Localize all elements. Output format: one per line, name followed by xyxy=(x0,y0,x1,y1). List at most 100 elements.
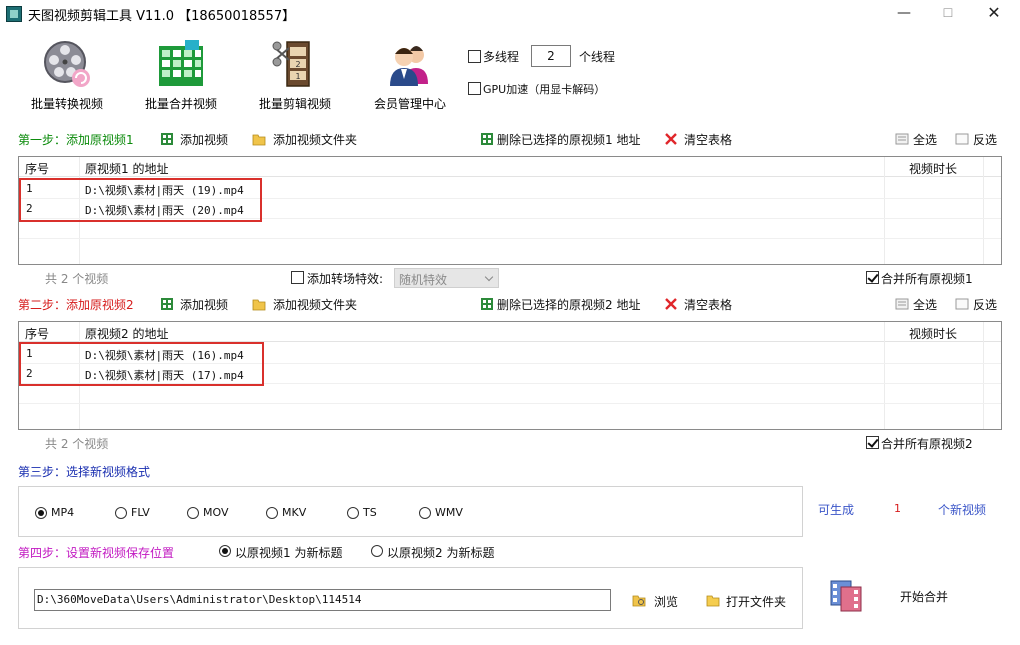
clapper-film-icon: 2 1 xyxy=(272,41,310,87)
merge-all-video1-checkbox[interactable] xyxy=(866,271,879,284)
folder-add-icon xyxy=(252,134,266,146)
step2-delete-selected-button[interactable]: 删除已选择的原视频2 地址 xyxy=(497,296,640,313)
column-header-duration: 视频时长 xyxy=(909,327,958,341)
format-label-mp4: MP4 xyxy=(51,506,75,519)
step2-title: 第二步：添加原视频2 xyxy=(18,298,134,312)
invert-select-icon xyxy=(955,133,969,145)
format-label-wmv: WMV xyxy=(435,506,463,519)
gpu-checkbox[interactable] xyxy=(468,82,481,95)
column-header-path: 原视频1 的地址 xyxy=(85,162,169,176)
svg-text:2: 2 xyxy=(295,60,300,69)
film-add-icon xyxy=(161,298,173,310)
merge-all-video1-label: 合并所有原视频1 xyxy=(881,272,973,286)
step1-add-video-button[interactable]: 添加视频 xyxy=(180,131,228,148)
step2-add-video-button[interactable]: 添加视频 xyxy=(180,296,228,313)
step1-invert-button[interactable]: 反选 xyxy=(973,131,997,148)
step2-add-folder-button[interactable]: 添加视频文件夹 xyxy=(273,296,357,313)
merge-all-video2-checkbox[interactable] xyxy=(866,436,879,449)
multithread-checkbox[interactable] xyxy=(468,50,481,63)
start-merge-label: 开始合并 xyxy=(900,590,949,604)
svg-text:1: 1 xyxy=(295,72,300,81)
maximize-button[interactable]: ☐ xyxy=(928,2,968,24)
batch-convert-label: 批量转换视频 xyxy=(30,97,103,111)
thread-count-input[interactable]: 2 xyxy=(531,45,571,67)
merge-video-icon xyxy=(830,580,862,612)
folder-add-icon xyxy=(252,299,266,311)
format-radio-mp4[interactable] xyxy=(35,507,47,519)
title-option1-label: 以原视频1 为新标题 xyxy=(235,546,343,560)
main-window: 天图视频剪辑工具 V11.0 【18650018557】 — ☐ ✕ 批量转换视… xyxy=(0,0,1020,645)
step4-title: 第四步：设置新视频保存位置 xyxy=(18,546,175,560)
film-reel-icon xyxy=(44,41,90,87)
format-radio-ts[interactable] xyxy=(347,507,359,519)
step2-clear-table-button[interactable]: 清空表格 xyxy=(684,296,732,313)
batch-edit-button[interactable]: 2 1 批量剪辑视频 xyxy=(250,28,340,113)
transition-dropdown-value: 随机特效 xyxy=(399,273,448,287)
batch-edit-label: 批量剪辑视频 xyxy=(258,97,331,111)
open-folder-button[interactable]: 打开文件夹 xyxy=(726,593,786,610)
film-delete-icon xyxy=(481,133,493,145)
batch-convert-button[interactable]: 批量转换视频 xyxy=(22,28,112,113)
transition-dropdown[interactable]: 随机特效 xyxy=(394,268,499,288)
clear-x-icon xyxy=(665,298,677,310)
member-center-button[interactable]: 会员管理中心 xyxy=(364,28,456,113)
chevron-down-icon xyxy=(484,272,494,282)
column-header-duration: 视频时长 xyxy=(909,162,958,176)
thread-suffix-label: 个线程 xyxy=(579,50,616,64)
column-header-index: 序号 xyxy=(25,162,50,176)
invert-select-icon xyxy=(955,298,969,310)
can-generate-label: 可生成 xyxy=(818,503,855,517)
step1-delete-selected-button[interactable]: 删除已选择的原视频1 地址 xyxy=(497,131,640,148)
clear-x-icon xyxy=(665,133,677,145)
step1-title: 第一步：添加原视频1 xyxy=(18,133,134,147)
step2-invert-button[interactable]: 反选 xyxy=(973,296,997,313)
step1-add-folder-button[interactable]: 添加视频文件夹 xyxy=(273,131,357,148)
step2-select-all-button[interactable]: 全选 xyxy=(913,296,937,313)
format-label-ts: TS xyxy=(363,506,377,519)
members-icon xyxy=(390,46,428,86)
multithread-label: 多线程 xyxy=(483,50,520,64)
generate-count: 1 xyxy=(894,502,901,515)
title-option1-radio[interactable] xyxy=(219,545,231,557)
format-radio-mkv[interactable] xyxy=(266,507,278,519)
title-option2-radio[interactable] xyxy=(371,545,383,557)
open-folder-icon xyxy=(706,595,720,607)
column-header-path: 原视频2 的地址 xyxy=(85,327,169,341)
title-bar: 天图视频剪辑工具 V11.0 【18650018557】 — ☐ ✕ xyxy=(0,0,1020,26)
merge-grid-icon xyxy=(159,40,203,86)
step1-select-all-button[interactable]: 全选 xyxy=(913,131,937,148)
new-videos-label: 个新视频 xyxy=(938,503,987,517)
window-title: 天图视频剪辑工具 V11.0 【18650018557】 xyxy=(28,9,296,24)
format-label-mkv: MKV xyxy=(282,506,307,519)
browse-button[interactable]: 浏览 xyxy=(654,593,678,610)
format-label-mov: MOV xyxy=(203,506,229,519)
start-merge-button[interactable]: 开始合并 xyxy=(826,574,966,618)
browse-folder-icon xyxy=(632,595,646,607)
format-radio-wmv[interactable] xyxy=(419,507,431,519)
column-header-index: 序号 xyxy=(25,327,50,341)
film-add-icon xyxy=(161,133,173,145)
highlight-box xyxy=(19,342,264,386)
minimize-button[interactable]: — xyxy=(884,2,924,24)
merge-all-video2-label: 合并所有原视频2 xyxy=(881,437,973,451)
member-center-label: 会员管理中心 xyxy=(373,97,446,111)
gpu-label: GPU加速（用显卡解码） xyxy=(483,83,606,96)
highlight-box xyxy=(19,178,262,222)
batch-merge-button[interactable]: 批量合并视频 xyxy=(136,28,226,113)
transition-checkbox[interactable] xyxy=(291,271,304,284)
step3-title: 第三步：选择新视频格式 xyxy=(18,465,151,479)
title-option2-label: 以原视频2 为新标题 xyxy=(387,546,495,560)
format-radio-mov[interactable] xyxy=(187,507,199,519)
step1-clear-table-button[interactable]: 清空表格 xyxy=(684,131,732,148)
select-all-icon xyxy=(895,133,909,145)
step1-video-count: 共 2 个视频 xyxy=(45,272,109,286)
format-radio-flv[interactable] xyxy=(115,507,127,519)
film-delete-icon xyxy=(481,298,493,310)
format-label-flv: FLV xyxy=(131,506,150,519)
batch-merge-label: 批量合并视频 xyxy=(144,97,217,111)
app-icon xyxy=(6,6,22,22)
select-all-icon xyxy=(895,298,909,310)
step2-video-count: 共 2 个视频 xyxy=(45,437,109,451)
close-button[interactable]: ✕ xyxy=(974,2,1014,24)
save-path-input[interactable]: D:\360MoveData\Users\Administrator\Deskt… xyxy=(34,589,611,611)
